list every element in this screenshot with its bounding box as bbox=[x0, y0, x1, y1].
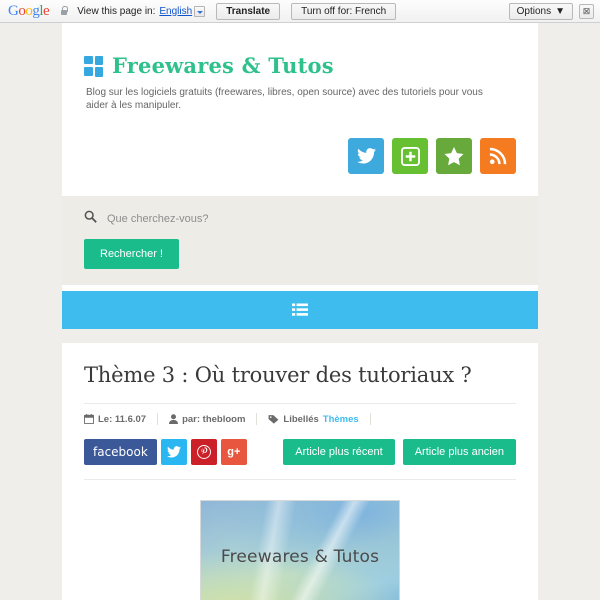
post-banner-image: Freewares & Tutos bbox=[200, 500, 400, 600]
language-selector[interactable]: English bbox=[159, 5, 206, 17]
social-favorite-button[interactable] bbox=[436, 138, 472, 174]
site-container: Freewares & Tutos Blog sur les logiciels… bbox=[62, 23, 538, 600]
pinterest-icon bbox=[196, 445, 211, 459]
article-label-link[interactable]: Thèmes bbox=[323, 414, 359, 425]
meta-divider bbox=[157, 413, 159, 425]
translate-bar-right-controls: Options ▼ ⊠ bbox=[508, 2, 594, 20]
close-icon[interactable]: ⊠ bbox=[579, 3, 594, 19]
search-section: Rechercher ! bbox=[62, 196, 538, 285]
share-buttons-group: facebook g+ bbox=[84, 439, 247, 465]
options-button[interactable]: Options ▼ bbox=[508, 2, 573, 20]
translate-prompt-label: View this page in: bbox=[77, 5, 156, 17]
article-meta-row: Le: 11.6.07 par: thebloom Libellés Thème… bbox=[84, 403, 516, 425]
site-title: Freewares & Tutos bbox=[112, 53, 334, 78]
chevron-down-icon[interactable] bbox=[194, 5, 206, 17]
share-pinterest-button[interactable] bbox=[190, 439, 217, 465]
translate-button[interactable]: Translate bbox=[216, 2, 281, 20]
share-facebook-button[interactable]: facebook bbox=[84, 439, 157, 465]
social-plus-button[interactable] bbox=[392, 138, 428, 174]
social-links-row bbox=[62, 130, 538, 196]
section-gap bbox=[62, 329, 538, 343]
article-container: Thème 3 : Où trouver des tutoriaux ? Le:… bbox=[62, 343, 538, 600]
search-icon bbox=[84, 210, 97, 228]
windows-logo-icon bbox=[84, 56, 103, 77]
article-action-row: facebook g+ Article plus récent Article … bbox=[84, 439, 516, 465]
search-submit-button[interactable]: Rechercher ! bbox=[84, 239, 179, 269]
article-author: par: thebloom bbox=[169, 414, 256, 425]
chevron-down-icon: ▼ bbox=[555, 5, 565, 17]
meta-divider bbox=[256, 413, 258, 425]
star-icon bbox=[444, 146, 464, 165]
main-nav-bar[interactable] bbox=[62, 291, 538, 329]
site-tagline: Blog sur les logiciels gratuits (freewar… bbox=[86, 87, 483, 111]
share-twitter-button[interactable] bbox=[160, 439, 187, 465]
search-input[interactable] bbox=[107, 213, 516, 225]
page-background: Freewares & Tutos Blog sur les logiciels… bbox=[0, 23, 600, 600]
article-labels: Libellés Thèmes bbox=[268, 414, 369, 425]
search-input-row bbox=[84, 210, 516, 228]
plus-square-icon bbox=[400, 146, 420, 166]
share-google-plus-label: g+ bbox=[227, 446, 241, 458]
social-twitter-button[interactable] bbox=[348, 138, 384, 174]
article-date-label: Le: 11.6.07 bbox=[98, 413, 147, 425]
lock-icon bbox=[59, 6, 68, 17]
calendar-icon bbox=[84, 414, 94, 424]
post-pager-group: Article plus récent Article plus ancien bbox=[283, 439, 516, 465]
tag-icon bbox=[268, 414, 279, 424]
post-banner-text: Freewares & Tutos bbox=[220, 546, 380, 567]
google-logo: Google bbox=[8, 2, 50, 19]
article-date: Le: 11.6.07 bbox=[84, 414, 157, 425]
older-post-button[interactable]: Article plus ancien bbox=[402, 439, 516, 465]
site-header: Freewares & Tutos Blog sur les logiciels… bbox=[62, 23, 538, 130]
search-field-wrap bbox=[107, 213, 516, 225]
user-icon bbox=[169, 414, 179, 424]
social-rss-button[interactable] bbox=[480, 138, 516, 174]
share-facebook-label: facebook bbox=[93, 445, 148, 459]
language-link[interactable]: English bbox=[159, 6, 192, 17]
newer-post-button[interactable]: Article plus récent bbox=[283, 439, 395, 465]
google-translate-bar: Google View this page in: English Transl… bbox=[0, 0, 600, 23]
list-menu-icon bbox=[292, 303, 308, 316]
post-banner-wrap: Freewares & Tutos bbox=[84, 500, 516, 600]
twitter-icon bbox=[166, 446, 181, 458]
turn-off-translation-button[interactable]: Turn off for: French bbox=[291, 2, 397, 20]
post-body: Freewares & Tutos Où trouver des tutoria… bbox=[84, 479, 516, 600]
share-google-plus-button[interactable]: g+ bbox=[220, 439, 247, 465]
article-author-label: par: thebloom bbox=[182, 413, 246, 425]
page-title: Thème 3 : Où trouver des tutoriaux ? bbox=[84, 363, 472, 387]
site-brand[interactable]: Freewares & Tutos bbox=[84, 53, 516, 78]
options-label: Options bbox=[516, 5, 552, 17]
meta-divider bbox=[369, 413, 371, 425]
twitter-icon bbox=[356, 148, 376, 164]
article-labels-label: Libellés bbox=[283, 413, 319, 425]
rss-icon bbox=[489, 147, 507, 165]
